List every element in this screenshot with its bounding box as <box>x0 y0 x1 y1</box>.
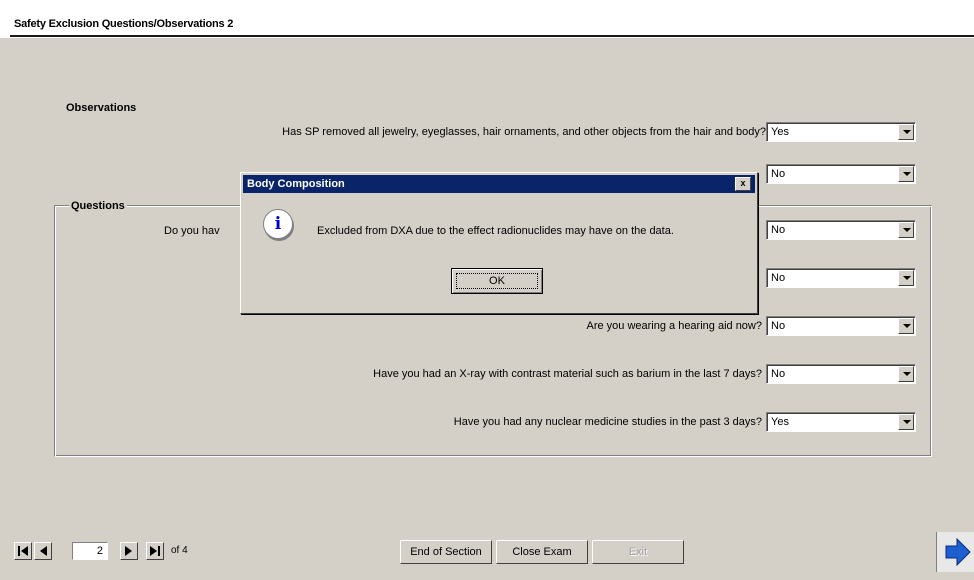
combo-value: Yes <box>771 126 789 138</box>
combo-value: No <box>771 320 786 332</box>
question-1-label: Do you hav <box>164 225 220 237</box>
observation-answer-1-select[interactable]: Yes <box>766 122 916 142</box>
question-1-select[interactable]: No <box>766 220 916 240</box>
page-count: of 4 <box>171 545 188 556</box>
combo-value: Yes <box>771 416 789 428</box>
question-5-label: Have you had any nuclear medicine studie… <box>453 416 762 428</box>
combo-value: No <box>771 368 786 380</box>
chevron-down-icon[interactable] <box>898 366 914 382</box>
first-page-button[interactable] <box>14 542 32 560</box>
observation-question-1: Has SP removed all jewelry, eyeglasses, … <box>282 126 766 138</box>
chevron-down-icon[interactable] <box>898 318 914 334</box>
question-4-label: Have you had an X-ray with contrast mate… <box>373 368 762 380</box>
question-2-select[interactable]: No <box>766 268 916 288</box>
question-3-select[interactable]: No <box>766 316 916 336</box>
page-number-input[interactable]: 2 <box>72 542 108 560</box>
dialog-title: Body Composition <box>247 178 345 190</box>
next-page-button[interactable] <box>120 542 138 560</box>
header-divider <box>10 35 974 37</box>
next-section-button[interactable] <box>936 532 974 572</box>
dialog-message: Excluded from DXA due to the effect radi… <box>317 225 674 237</box>
right-arrow-icon <box>945 537 971 567</box>
chevron-down-icon[interactable] <box>898 166 914 182</box>
observation-answer-2-select[interactable]: No <box>766 164 916 184</box>
chevron-down-icon[interactable] <box>898 270 914 286</box>
combo-value: No <box>771 224 786 236</box>
dialog-title-bar[interactable]: Body Composition x <box>243 175 755 193</box>
last-page-button[interactable] <box>146 542 164 560</box>
info-icon: i <box>263 209 293 239</box>
combo-value: No <box>771 168 786 180</box>
combo-value: No <box>771 272 786 284</box>
close-exam-button[interactable]: Close Exam <box>496 540 588 564</box>
chevron-down-icon[interactable] <box>898 124 914 140</box>
question-4-select[interactable]: No <box>766 364 916 384</box>
info-icon-glyph: i <box>274 214 282 234</box>
next-page-icon <box>125 546 132 556</box>
chevron-down-icon[interactable] <box>898 222 914 238</box>
body-composition-dialog: Body Composition x i Excluded from DXA d… <box>240 172 758 314</box>
observations-heading: Observations <box>66 102 137 114</box>
questions-heading: Questions <box>69 200 127 212</box>
window-title: Safety Exclusion Questions/Observations … <box>14 18 234 30</box>
focus-rect <box>456 273 538 289</box>
end-of-section-button[interactable]: End of Section <box>400 540 492 564</box>
disabled-button: Exit <box>592 540 684 564</box>
first-page-icon <box>18 546 28 556</box>
navigation-bar: 2 of 4 End of Section Close Exam Exit <box>0 518 974 580</box>
question-5-select[interactable]: Yes <box>766 412 916 432</box>
window-header: Safety Exclusion Questions/Observations … <box>0 0 974 38</box>
chevron-down-icon[interactable] <box>898 414 914 430</box>
previous-page-icon <box>40 546 47 556</box>
last-page-icon <box>150 546 160 556</box>
close-icon[interactable]: x <box>735 177 751 191</box>
previous-page-button[interactable] <box>34 542 52 560</box>
ok-button[interactable]: OK <box>451 268 543 294</box>
question-3-label: Are you wearing a hearing aid now? <box>586 320 762 332</box>
